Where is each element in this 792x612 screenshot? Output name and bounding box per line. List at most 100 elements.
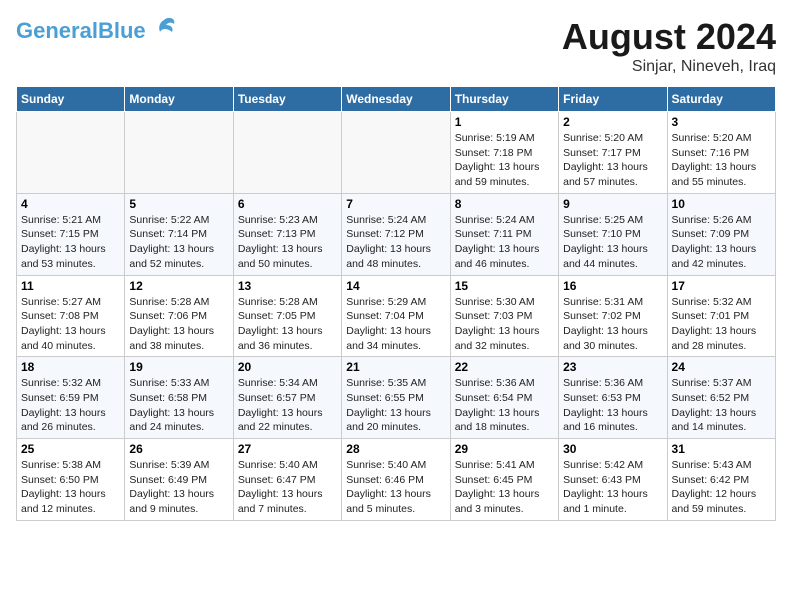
day-info: Sunrise: 5:36 AMSunset: 6:54 PMDaylight:… bbox=[455, 376, 554, 435]
calendar-cell: 14 Sunrise: 5:29 AMSunset: 7:04 PMDayligh… bbox=[342, 275, 450, 357]
weekday-header-monday: Monday bbox=[125, 87, 233, 112]
day-number: 12 bbox=[129, 279, 228, 293]
day-info: Sunrise: 5:32 AMSunset: 7:01 PMDaylight:… bbox=[672, 295, 771, 354]
logo-bird-icon bbox=[150, 12, 178, 45]
day-number: 21 bbox=[346, 360, 445, 374]
day-info: Sunrise: 5:26 AMSunset: 7:09 PMDaylight:… bbox=[672, 213, 771, 272]
day-info: Sunrise: 5:29 AMSunset: 7:04 PMDaylight:… bbox=[346, 295, 445, 354]
calendar-cell: 3 Sunrise: 5:20 AMSunset: 7:16 PMDaylight… bbox=[667, 112, 775, 194]
calendar-cell: 19 Sunrise: 5:33 AMSunset: 6:58 PMDayligh… bbox=[125, 357, 233, 439]
day-number: 16 bbox=[563, 279, 662, 293]
calendar-cell: 16 Sunrise: 5:31 AMSunset: 7:02 PMDayligh… bbox=[559, 275, 667, 357]
weekday-header-row: SundayMondayTuesdayWednesdayThursdayFrid… bbox=[17, 87, 776, 112]
month-title: August 2024 bbox=[562, 16, 776, 58]
day-info: Sunrise: 5:38 AMSunset: 6:50 PMDaylight:… bbox=[21, 458, 120, 517]
day-number: 31 bbox=[672, 442, 771, 456]
day-info: Sunrise: 5:40 AMSunset: 6:47 PMDaylight:… bbox=[238, 458, 337, 517]
day-number: 23 bbox=[563, 360, 662, 374]
calendar-cell: 31 Sunrise: 5:43 AMSunset: 6:42 PMDayligh… bbox=[667, 439, 775, 521]
day-number: 30 bbox=[563, 442, 662, 456]
calendar-cell bbox=[17, 112, 125, 194]
calendar-week-4: 18 Sunrise: 5:32 AMSunset: 6:59 PMDayligh… bbox=[17, 357, 776, 439]
calendar-week-2: 4 Sunrise: 5:21 AMSunset: 7:15 PMDaylight… bbox=[17, 193, 776, 275]
day-info: Sunrise: 5:19 AMSunset: 7:18 PMDaylight:… bbox=[455, 131, 554, 190]
day-info: Sunrise: 5:35 AMSunset: 6:55 PMDaylight:… bbox=[346, 376, 445, 435]
day-number: 2 bbox=[563, 115, 662, 129]
day-info: Sunrise: 5:21 AMSunset: 7:15 PMDaylight:… bbox=[21, 213, 120, 272]
calendar-cell: 7 Sunrise: 5:24 AMSunset: 7:12 PMDaylight… bbox=[342, 193, 450, 275]
day-number: 3 bbox=[672, 115, 771, 129]
day-number: 8 bbox=[455, 197, 554, 211]
day-info: Sunrise: 5:43 AMSunset: 6:42 PMDaylight:… bbox=[672, 458, 771, 517]
day-info: Sunrise: 5:24 AMSunset: 7:11 PMDaylight:… bbox=[455, 213, 554, 272]
day-number: 19 bbox=[129, 360, 228, 374]
weekday-header-wednesday: Wednesday bbox=[342, 87, 450, 112]
day-info: Sunrise: 5:28 AMSunset: 7:06 PMDaylight:… bbox=[129, 295, 228, 354]
calendar-cell: 24 Sunrise: 5:37 AMSunset: 6:52 PMDayligh… bbox=[667, 357, 775, 439]
day-info: Sunrise: 5:37 AMSunset: 6:52 PMDaylight:… bbox=[672, 376, 771, 435]
day-number: 7 bbox=[346, 197, 445, 211]
day-number: 27 bbox=[238, 442, 337, 456]
day-info: Sunrise: 5:42 AMSunset: 6:43 PMDaylight:… bbox=[563, 458, 662, 517]
day-info: Sunrise: 5:23 AMSunset: 7:13 PMDaylight:… bbox=[238, 213, 337, 272]
calendar-cell: 10 Sunrise: 5:26 AMSunset: 7:09 PMDayligh… bbox=[667, 193, 775, 275]
day-info: Sunrise: 5:25 AMSunset: 7:10 PMDaylight:… bbox=[563, 213, 662, 272]
day-info: Sunrise: 5:20 AMSunset: 7:16 PMDaylight:… bbox=[672, 131, 771, 190]
calendar-week-3: 11 Sunrise: 5:27 AMSunset: 7:08 PMDayligh… bbox=[17, 275, 776, 357]
day-number: 24 bbox=[672, 360, 771, 374]
day-number: 11 bbox=[21, 279, 120, 293]
calendar-cell bbox=[125, 112, 233, 194]
weekday-header-friday: Friday bbox=[559, 87, 667, 112]
day-info: Sunrise: 5:27 AMSunset: 7:08 PMDaylight:… bbox=[21, 295, 120, 354]
day-number: 13 bbox=[238, 279, 337, 293]
day-info: Sunrise: 5:22 AMSunset: 7:14 PMDaylight:… bbox=[129, 213, 228, 272]
day-number: 1 bbox=[455, 115, 554, 129]
calendar-cell: 26 Sunrise: 5:39 AMSunset: 6:49 PMDayligh… bbox=[125, 439, 233, 521]
calendar-cell: 11 Sunrise: 5:27 AMSunset: 7:08 PMDayligh… bbox=[17, 275, 125, 357]
day-number: 28 bbox=[346, 442, 445, 456]
calendar-cell: 21 Sunrise: 5:35 AMSunset: 6:55 PMDayligh… bbox=[342, 357, 450, 439]
day-info: Sunrise: 5:28 AMSunset: 7:05 PMDaylight:… bbox=[238, 295, 337, 354]
day-number: 9 bbox=[563, 197, 662, 211]
logo: GeneralBlue bbox=[16, 16, 178, 45]
calendar-cell bbox=[233, 112, 341, 194]
day-number: 15 bbox=[455, 279, 554, 293]
day-info: Sunrise: 5:32 AMSunset: 6:59 PMDaylight:… bbox=[21, 376, 120, 435]
calendar-cell: 9 Sunrise: 5:25 AMSunset: 7:10 PMDaylight… bbox=[559, 193, 667, 275]
day-number: 26 bbox=[129, 442, 228, 456]
weekday-header-thursday: Thursday bbox=[450, 87, 558, 112]
calendar-cell: 15 Sunrise: 5:30 AMSunset: 7:03 PMDayligh… bbox=[450, 275, 558, 357]
calendar-week-5: 25 Sunrise: 5:38 AMSunset: 6:50 PMDayligh… bbox=[17, 439, 776, 521]
day-info: Sunrise: 5:31 AMSunset: 7:02 PMDaylight:… bbox=[563, 295, 662, 354]
calendar-cell: 20Sunrise: 5:34 AMSunset: 6:57 PMDayligh… bbox=[233, 357, 341, 439]
day-info: Sunrise: 5:39 AMSunset: 6:49 PMDaylight:… bbox=[129, 458, 228, 517]
calendar-week-1: 1 Sunrise: 5:19 AMSunset: 7:18 PMDaylight… bbox=[17, 112, 776, 194]
title-area: August 2024 Sinjar, Nineveh, Iraq bbox=[562, 16, 776, 76]
weekday-header-tuesday: Tuesday bbox=[233, 87, 341, 112]
calendar-cell bbox=[342, 112, 450, 194]
day-info: Sunrise: 5:36 AMSunset: 6:53 PMDaylight:… bbox=[563, 376, 662, 435]
calendar-cell: 8 Sunrise: 5:24 AMSunset: 7:11 PMDaylight… bbox=[450, 193, 558, 275]
day-info: Sunrise: 5:34 AMSunset: 6:57 PMDaylight:… bbox=[238, 376, 337, 435]
calendar: SundayMondayTuesdayWednesdayThursdayFrid… bbox=[16, 86, 776, 521]
day-number: 18 bbox=[21, 360, 120, 374]
day-number: 25 bbox=[21, 442, 120, 456]
day-info: Sunrise: 5:30 AMSunset: 7:03 PMDaylight:… bbox=[455, 295, 554, 354]
day-info: Sunrise: 5:20 AMSunset: 7:17 PMDaylight:… bbox=[563, 131, 662, 190]
day-info: Sunrise: 5:40 AMSunset: 6:46 PMDaylight:… bbox=[346, 458, 445, 517]
day-info: Sunrise: 5:24 AMSunset: 7:12 PMDaylight:… bbox=[346, 213, 445, 272]
weekday-header-sunday: Sunday bbox=[17, 87, 125, 112]
calendar-cell: 23 Sunrise: 5:36 AMSunset: 6:53 PMDayligh… bbox=[559, 357, 667, 439]
calendar-cell: 4 Sunrise: 5:21 AMSunset: 7:15 PMDaylight… bbox=[17, 193, 125, 275]
calendar-cell: 1 Sunrise: 5:19 AMSunset: 7:18 PMDaylight… bbox=[450, 112, 558, 194]
calendar-cell: 2 Sunrise: 5:20 AMSunset: 7:17 PMDaylight… bbox=[559, 112, 667, 194]
calendar-cell: 29Sunrise: 5:41 AMSunset: 6:45 PMDayligh… bbox=[450, 439, 558, 521]
day-info: Sunrise: 5:41 AMSunset: 6:45 PMDaylight:… bbox=[455, 458, 554, 517]
day-number: 14 bbox=[346, 279, 445, 293]
day-number: 4 bbox=[21, 197, 120, 211]
day-number: 10 bbox=[672, 197, 771, 211]
logo-general: General bbox=[16, 18, 98, 43]
day-info: Sunrise: 5:33 AMSunset: 6:58 PMDaylight:… bbox=[129, 376, 228, 435]
logo-text: GeneralBlue bbox=[16, 20, 146, 42]
calendar-cell: 6Sunrise: 5:23 AMSunset: 7:13 PMDaylight… bbox=[233, 193, 341, 275]
